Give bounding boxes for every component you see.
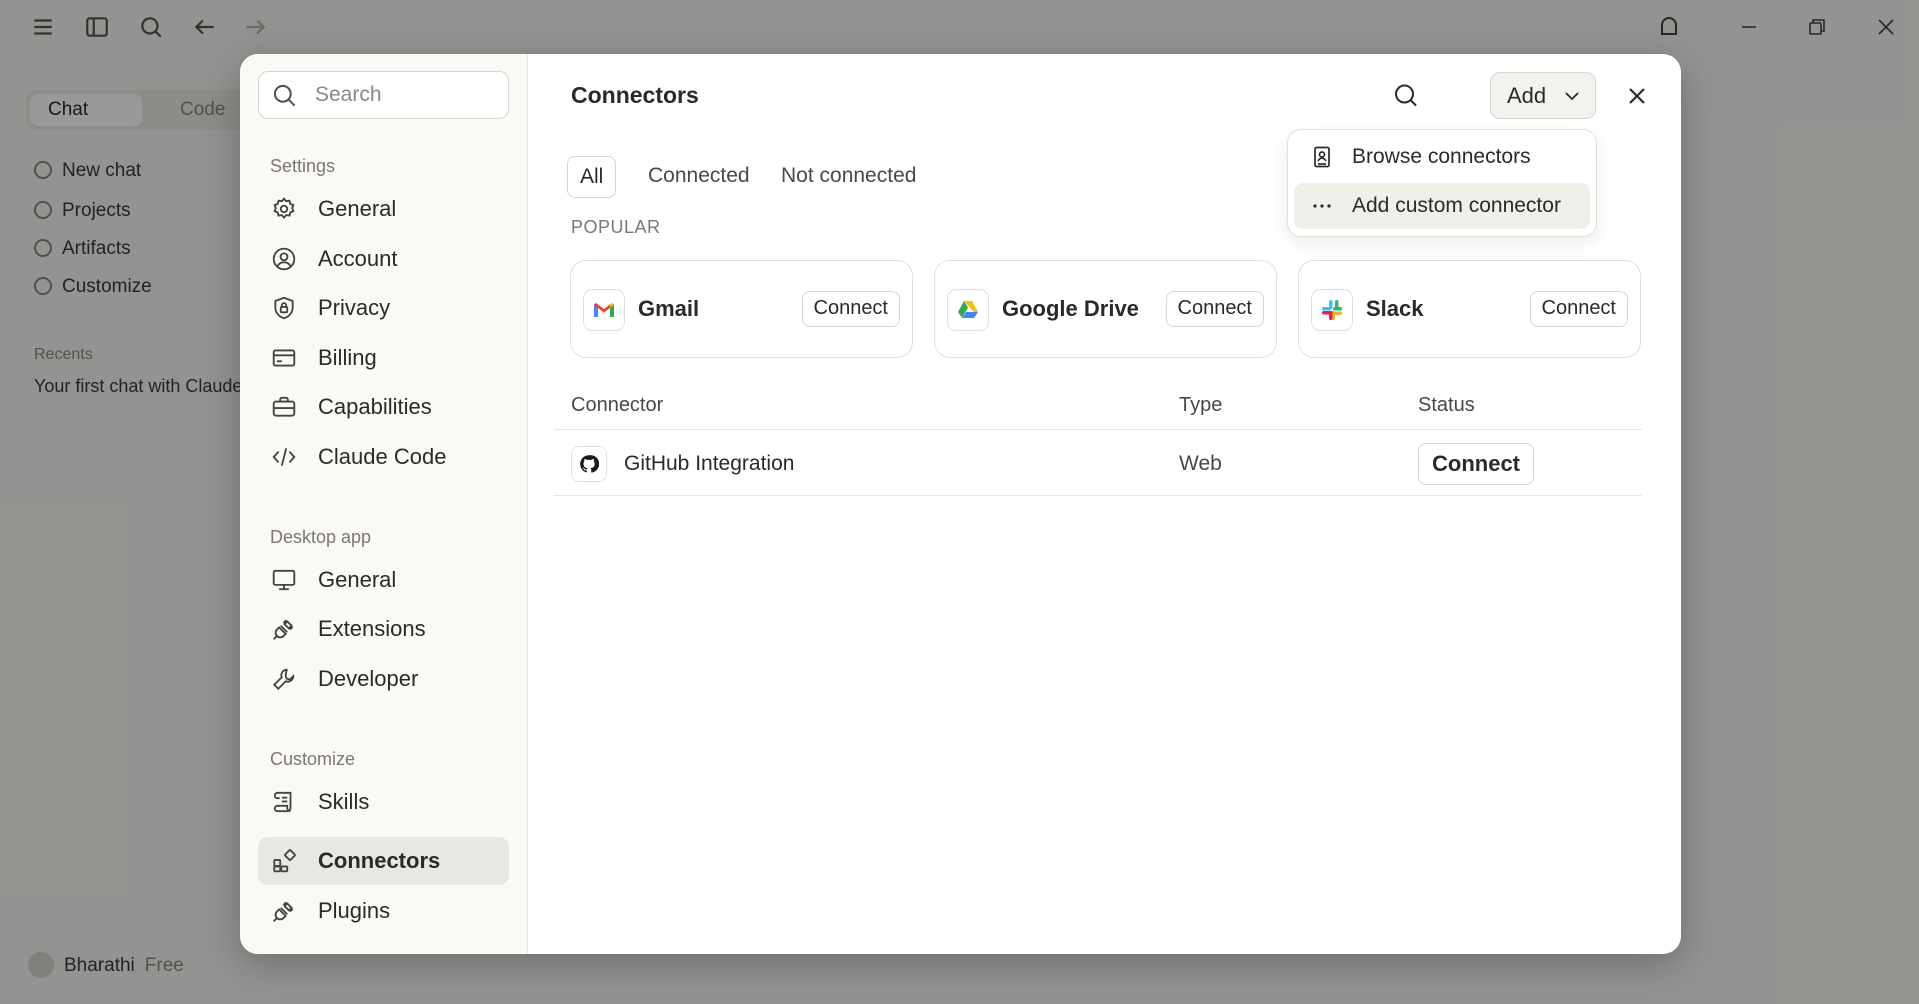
connect-button[interactable]: Connect bbox=[801, 291, 900, 327]
connector-card-gmail[interactable]: Gmail Connect bbox=[570, 260, 913, 358]
sidebar-item-plugins[interactable]: Plugins bbox=[258, 887, 509, 935]
table-divider bbox=[554, 429, 1642, 430]
chevron-down-icon bbox=[1565, 92, 1579, 101]
connector-card-slack[interactable]: Slack Connect bbox=[1298, 260, 1641, 358]
sidebar-item-label: Billing bbox=[318, 345, 377, 370]
connectors-icon bbox=[271, 848, 297, 874]
connector-name: GitHub Integration bbox=[624, 452, 795, 475]
monitor-icon bbox=[271, 567, 297, 593]
connector-name: Slack bbox=[1366, 296, 1424, 321]
slack-icon bbox=[1311, 289, 1353, 331]
sidebar-item-connectors[interactable]: Connectors bbox=[258, 837, 509, 885]
tab-not-connected[interactable]: Not connected bbox=[769, 156, 928, 198]
plug-icon bbox=[271, 898, 297, 924]
section-heading-customize: Customize bbox=[270, 749, 356, 769]
user-circle-icon bbox=[271, 246, 297, 272]
settings-sidebar: Settings General Account Privacy Billing… bbox=[240, 54, 528, 954]
column-header-status: Status bbox=[1418, 394, 1475, 416]
tab-all[interactable]: All bbox=[567, 156, 617, 198]
connect-button[interactable]: Connect bbox=[1165, 291, 1264, 327]
sidebar-item-desktop-general[interactable]: General bbox=[258, 556, 509, 604]
sidebar-item-label: Capabilities bbox=[318, 394, 432, 419]
sidebar-item-capabilities[interactable]: Capabilities bbox=[258, 383, 509, 431]
settings-search bbox=[258, 71, 509, 119]
search-icon bbox=[1395, 84, 1417, 107]
sidebar-item-billing[interactable]: Billing bbox=[258, 334, 509, 382]
close-button[interactable] bbox=[1617, 76, 1657, 116]
section-heading-desktop-app: Desktop app bbox=[270, 527, 372, 547]
connector-name: Google Drive bbox=[1002, 296, 1139, 321]
tab-connected[interactable]: Connected bbox=[636, 156, 762, 198]
search-icon bbox=[271, 82, 298, 109]
sidebar-item-extensions[interactable]: Extensions bbox=[258, 605, 509, 653]
column-header-connector: Connector bbox=[571, 394, 664, 416]
menu-item-add-custom-connector[interactable]: Add custom connector bbox=[1294, 183, 1590, 229]
menu-item-label: Add custom connector bbox=[1352, 194, 1561, 217]
sidebar-item-label: Claude Code bbox=[318, 444, 447, 469]
more-horizontal-icon bbox=[1310, 194, 1334, 218]
sidebar-item-label: General bbox=[318, 196, 397, 221]
sidebar-item-general[interactable]: General bbox=[258, 185, 509, 233]
connector-card-google-drive[interactable]: Google Drive Connect bbox=[934, 260, 1277, 358]
close-icon bbox=[1629, 88, 1645, 104]
search-input[interactable] bbox=[315, 72, 503, 117]
github-icon bbox=[571, 446, 607, 482]
sidebar-item-claude-code[interactable]: Claude Code bbox=[258, 433, 509, 481]
add-button[interactable]: Add bbox=[1490, 72, 1596, 119]
connector-name: Gmail bbox=[638, 296, 700, 321]
menu-item-browse-connectors[interactable]: Browse connectors bbox=[1294, 134, 1590, 180]
popular-heading: POPULAR bbox=[571, 217, 661, 237]
sidebar-item-label: Skills bbox=[318, 789, 370, 814]
scroll-icon bbox=[271, 789, 297, 815]
connector-type: Web bbox=[1179, 452, 1222, 475]
briefcase-icon bbox=[271, 394, 297, 420]
page-title: Connectors bbox=[571, 82, 699, 108]
sidebar-item-label: Plugins bbox=[318, 898, 391, 923]
sidebar-item-label: Developer bbox=[318, 666, 419, 691]
code-icon bbox=[271, 444, 297, 470]
section-heading-settings: Settings bbox=[270, 156, 336, 176]
shield-lock-icon bbox=[271, 295, 297, 321]
add-dropdown-menu: Browse connectors Add custom connector bbox=[1287, 129, 1597, 237]
table-divider bbox=[554, 495, 1642, 496]
plug-icon bbox=[271, 616, 297, 642]
credit-card-icon bbox=[271, 345, 297, 371]
google-drive-icon bbox=[947, 289, 989, 331]
column-header-type: Type bbox=[1179, 394, 1223, 416]
connect-button[interactable]: Connect bbox=[1529, 291, 1628, 327]
connect-button[interactable]: Connect bbox=[1418, 443, 1534, 485]
gear-icon bbox=[271, 196, 297, 222]
add-label: Add bbox=[1507, 83, 1547, 108]
sidebar-item-skills[interactable]: Skills bbox=[258, 778, 509, 826]
sidebar-item-privacy[interactable]: Privacy bbox=[258, 284, 509, 332]
search-connectors-button[interactable] bbox=[1386, 76, 1426, 116]
sidebar-item-label: Connectors bbox=[318, 848, 441, 873]
sidebar-item-account[interactable]: Account bbox=[258, 235, 509, 283]
gmail-icon bbox=[583, 289, 625, 331]
sidebar-item-label: Extensions bbox=[318, 616, 426, 641]
sidebar-item-label: Privacy bbox=[318, 295, 391, 320]
sidebar-item-label: General bbox=[318, 567, 397, 592]
wrench-icon bbox=[271, 666, 297, 692]
menu-item-label: Browse connectors bbox=[1352, 145, 1531, 168]
sidebar-item-label: Account bbox=[318, 246, 398, 271]
book-user-icon bbox=[1310, 145, 1334, 169]
sidebar-item-developer[interactable]: Developer bbox=[258, 655, 509, 703]
